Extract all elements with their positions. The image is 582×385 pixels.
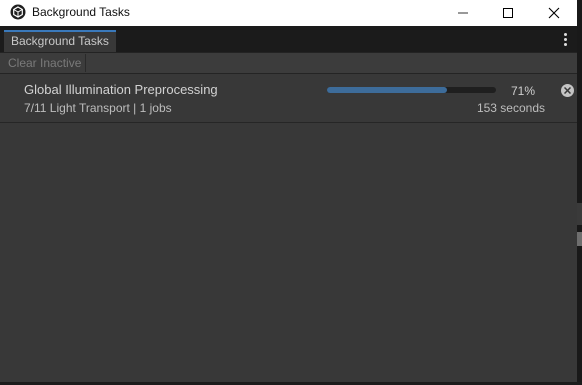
task-detail: 7/11 Light Transport | 1 jobs xyxy=(24,101,172,115)
background-editor-element xyxy=(577,232,582,246)
clear-inactive-button[interactable]: Clear Inactive xyxy=(4,54,87,72)
background-editor-edge xyxy=(577,0,582,385)
minimize-icon xyxy=(458,12,468,14)
cancel-task-button[interactable] xyxy=(561,84,574,97)
window-title: Background Tasks xyxy=(32,5,130,19)
minimize-button[interactable] xyxy=(440,0,486,26)
background-tasks-window: Background Tasks Background Tasks Clear … xyxy=(0,0,578,382)
task-row[interactable]: Global Illumination Preprocessing 7/11 L… xyxy=(0,74,577,123)
tab-background-tasks[interactable]: Background Tasks xyxy=(4,30,116,52)
task-name: Global Illumination Preprocessing xyxy=(24,82,218,97)
close-icon xyxy=(548,7,560,19)
task-progress-bar xyxy=(327,87,496,93)
title-bar[interactable]: Background Tasks xyxy=(0,0,577,26)
task-remaining-time: 153 seconds xyxy=(476,101,545,115)
close-button[interactable] xyxy=(531,0,577,26)
maximize-button[interactable] xyxy=(485,0,531,26)
unity-cube-icon xyxy=(10,4,26,20)
more-options-icon[interactable] xyxy=(558,32,572,46)
task-progress-percent: 71% xyxy=(510,84,535,98)
tab-bar: Background Tasks xyxy=(0,26,577,53)
background-editor-element xyxy=(577,203,582,225)
task-progress-fill xyxy=(327,87,447,93)
cancel-icon xyxy=(564,87,571,94)
toolbar: Clear Inactive xyxy=(0,53,577,74)
maximize-icon xyxy=(503,8,513,18)
